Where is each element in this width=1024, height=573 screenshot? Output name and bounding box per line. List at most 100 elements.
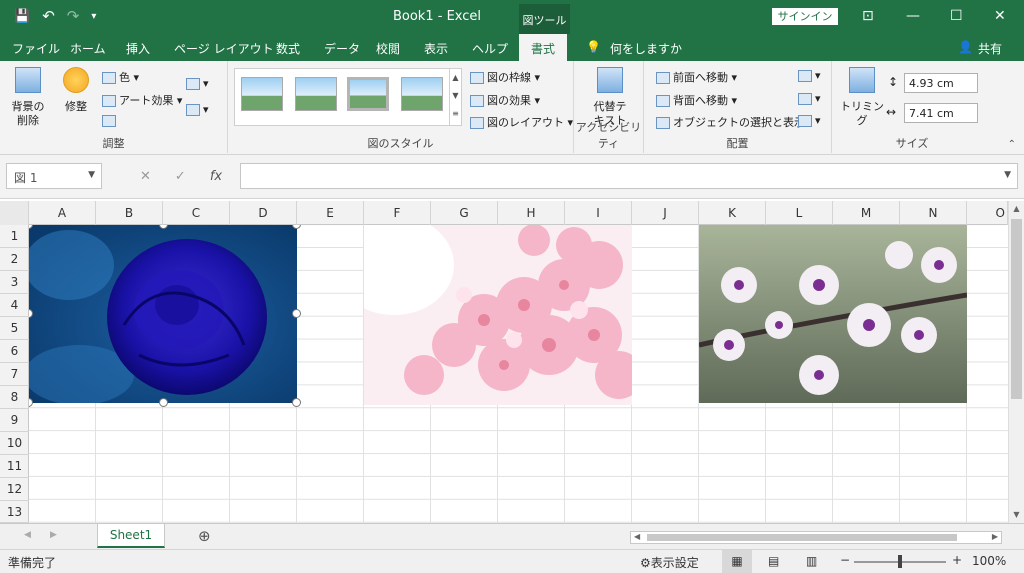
column-header[interactable]: K bbox=[699, 201, 766, 225]
column-header[interactable]: A bbox=[29, 201, 96, 225]
page-layout-view-icon[interactable]: ▤ bbox=[768, 554, 779, 568]
row-header[interactable]: 1 bbox=[0, 225, 29, 248]
style-thumb[interactable] bbox=[241, 77, 283, 111]
column-header[interactable]: H bbox=[498, 201, 565, 225]
normal-view-icon[interactable]: ▦ bbox=[722, 550, 752, 573]
restore-button[interactable]: ☐ bbox=[950, 8, 963, 24]
scroll-right-icon[interactable]: ▶ bbox=[992, 532, 998, 541]
next-sheet-icon[interactable]: ▶ bbox=[50, 530, 57, 540]
prev-sheet-icon[interactable]: ◀ bbox=[24, 530, 31, 540]
column-header[interactable]: C bbox=[163, 201, 230, 225]
compress-pictures-button[interactable] bbox=[102, 114, 119, 127]
name-box[interactable]: 図 1 ▼ bbox=[6, 163, 102, 189]
tab-insert[interactable]: 挿入 bbox=[126, 40, 150, 57]
gallery-scroll[interactable]: ▲ ▼ ≡ bbox=[449, 69, 461, 125]
resize-handle[interactable] bbox=[292, 398, 301, 407]
zoom-in-button[interactable]: + bbox=[952, 553, 962, 567]
picture-blue-rose[interactable] bbox=[29, 225, 297, 403]
name-box-dropdown-icon[interactable]: ▼ bbox=[88, 170, 95, 180]
column-header[interactable]: L bbox=[766, 201, 833, 225]
column-header[interactable]: M bbox=[833, 201, 900, 225]
cell-grid[interactable] bbox=[29, 225, 1008, 523]
resize-handle[interactable] bbox=[159, 398, 168, 407]
column-header[interactable]: D bbox=[230, 201, 297, 225]
send-backward-button[interactable]: 背面へ移動 ▾ bbox=[656, 92, 737, 108]
row-header[interactable]: 2 bbox=[0, 248, 29, 271]
column-header[interactable]: N bbox=[900, 201, 967, 225]
scroll-up-icon[interactable]: ▲ bbox=[1009, 201, 1024, 217]
column-header[interactable]: B bbox=[96, 201, 163, 225]
reset-picture-button[interactable]: ▾ bbox=[186, 103, 209, 116]
group-objects-button[interactable]: ▾ bbox=[798, 92, 821, 105]
picture-cherry-blossom[interactable] bbox=[364, 225, 632, 405]
tab-format[interactable]: 書式 bbox=[519, 34, 568, 61]
row-header[interactable]: 9 bbox=[0, 409, 29, 432]
signin-button[interactable]: サインイン bbox=[772, 8, 838, 25]
share-button[interactable]: 共有 bbox=[978, 40, 1002, 57]
scroll-left-icon[interactable]: ◀ bbox=[634, 532, 640, 541]
align-button[interactable]: ▾ bbox=[798, 69, 821, 82]
horizontal-scrollbar[interactable]: ◀ ▶ bbox=[630, 531, 1002, 544]
column-header[interactable]: J bbox=[632, 201, 699, 225]
add-sheet-icon[interactable]: ⊕ bbox=[198, 527, 211, 545]
resize-handle[interactable] bbox=[292, 309, 301, 318]
resize-handle[interactable] bbox=[29, 398, 33, 407]
tab-data[interactable]: データ bbox=[324, 40, 360, 57]
vertical-scroll-thumb[interactable] bbox=[1011, 219, 1022, 399]
picture-effects-button[interactable]: 図の効果 ▾ bbox=[470, 92, 540, 108]
horizontal-scroll-thumb[interactable] bbox=[647, 534, 957, 541]
crop-button[interactable]: トリミング bbox=[840, 67, 884, 128]
picture-layout-button[interactable]: 図のレイアウト ▾ bbox=[470, 114, 573, 130]
tab-page-layout[interactable]: ページ レイアウト bbox=[174, 40, 274, 57]
tab-formulas[interactable]: 数式 bbox=[276, 40, 300, 57]
color-button[interactable]: 色 ▾ bbox=[102, 69, 139, 85]
tell-me-search[interactable]: 何をしますか bbox=[610, 40, 682, 57]
select-all-corner[interactable] bbox=[0, 201, 29, 225]
column-header[interactable]: E bbox=[297, 201, 364, 225]
enter-icon[interactable]: ✓ bbox=[175, 169, 186, 184]
column-header[interactable]: F bbox=[364, 201, 431, 225]
picture-purple-blossom[interactable] bbox=[699, 225, 967, 403]
zoom-slider-thumb[interactable] bbox=[898, 555, 902, 568]
tab-review[interactable]: 校閲 bbox=[376, 40, 400, 57]
change-picture-button[interactable]: ▾ bbox=[186, 77, 209, 90]
vertical-scrollbar[interactable]: ▲ ▼ bbox=[1008, 201, 1024, 523]
scroll-down-icon[interactable]: ▼ bbox=[1009, 507, 1024, 523]
column-header[interactable]: I bbox=[565, 201, 632, 225]
ribbon-display-options-icon[interactable]: ⊡ bbox=[862, 8, 874, 24]
style-thumb[interactable] bbox=[347, 77, 389, 111]
bring-forward-button[interactable]: 前面へ移動 ▾ bbox=[656, 69, 737, 85]
height-input[interactable]: 4.93 cm bbox=[904, 73, 978, 93]
picture-styles-gallery[interactable]: ▲ ▼ ≡ bbox=[234, 68, 462, 126]
page-break-view-icon[interactable]: ▥ bbox=[806, 554, 817, 568]
tab-view[interactable]: 表示 bbox=[424, 40, 448, 57]
close-button[interactable]: ✕ bbox=[994, 8, 1006, 24]
cancel-icon[interactable]: ✕ bbox=[140, 169, 151, 184]
collapse-ribbon-icon[interactable]: ⌃ bbox=[1008, 139, 1016, 150]
sheet-tab[interactable]: Sheet1 bbox=[97, 524, 165, 548]
row-header[interactable]: 4 bbox=[0, 294, 29, 317]
row-header[interactable]: 13 bbox=[0, 501, 29, 523]
style-thumb[interactable] bbox=[401, 77, 443, 111]
zoom-level[interactable]: 100% bbox=[972, 554, 1006, 568]
zoom-out-button[interactable]: − bbox=[840, 553, 850, 567]
row-header[interactable]: 5 bbox=[0, 317, 29, 340]
row-header[interactable]: 7 bbox=[0, 363, 29, 386]
picture-border-button[interactable]: 図の枠線 ▾ bbox=[470, 69, 540, 85]
column-header[interactable]: O bbox=[967, 201, 1008, 225]
row-header[interactable]: 8 bbox=[0, 386, 29, 409]
style-thumb[interactable] bbox=[295, 77, 337, 111]
row-header[interactable]: 6 bbox=[0, 340, 29, 363]
art-effects-button[interactable]: アート効果 ▾ bbox=[102, 92, 182, 108]
row-header[interactable]: 10 bbox=[0, 432, 29, 455]
selection-pane-button[interactable]: オブジェクトの選択と表示 bbox=[656, 114, 805, 130]
formula-input[interactable]: ▼ bbox=[240, 163, 1018, 189]
tab-home[interactable]: ホーム bbox=[70, 40, 106, 57]
expand-formula-icon[interactable]: ▼ bbox=[1004, 170, 1011, 180]
corrections-button[interactable]: 修整 bbox=[56, 67, 96, 114]
remove-background-button[interactable]: 背景の 削除 bbox=[8, 67, 48, 128]
insert-function-icon[interactable]: fx bbox=[210, 169, 222, 184]
width-input[interactable]: 7.41 cm bbox=[904, 103, 978, 123]
minimize-button[interactable]: — bbox=[906, 8, 920, 24]
row-header[interactable]: 12 bbox=[0, 478, 29, 501]
